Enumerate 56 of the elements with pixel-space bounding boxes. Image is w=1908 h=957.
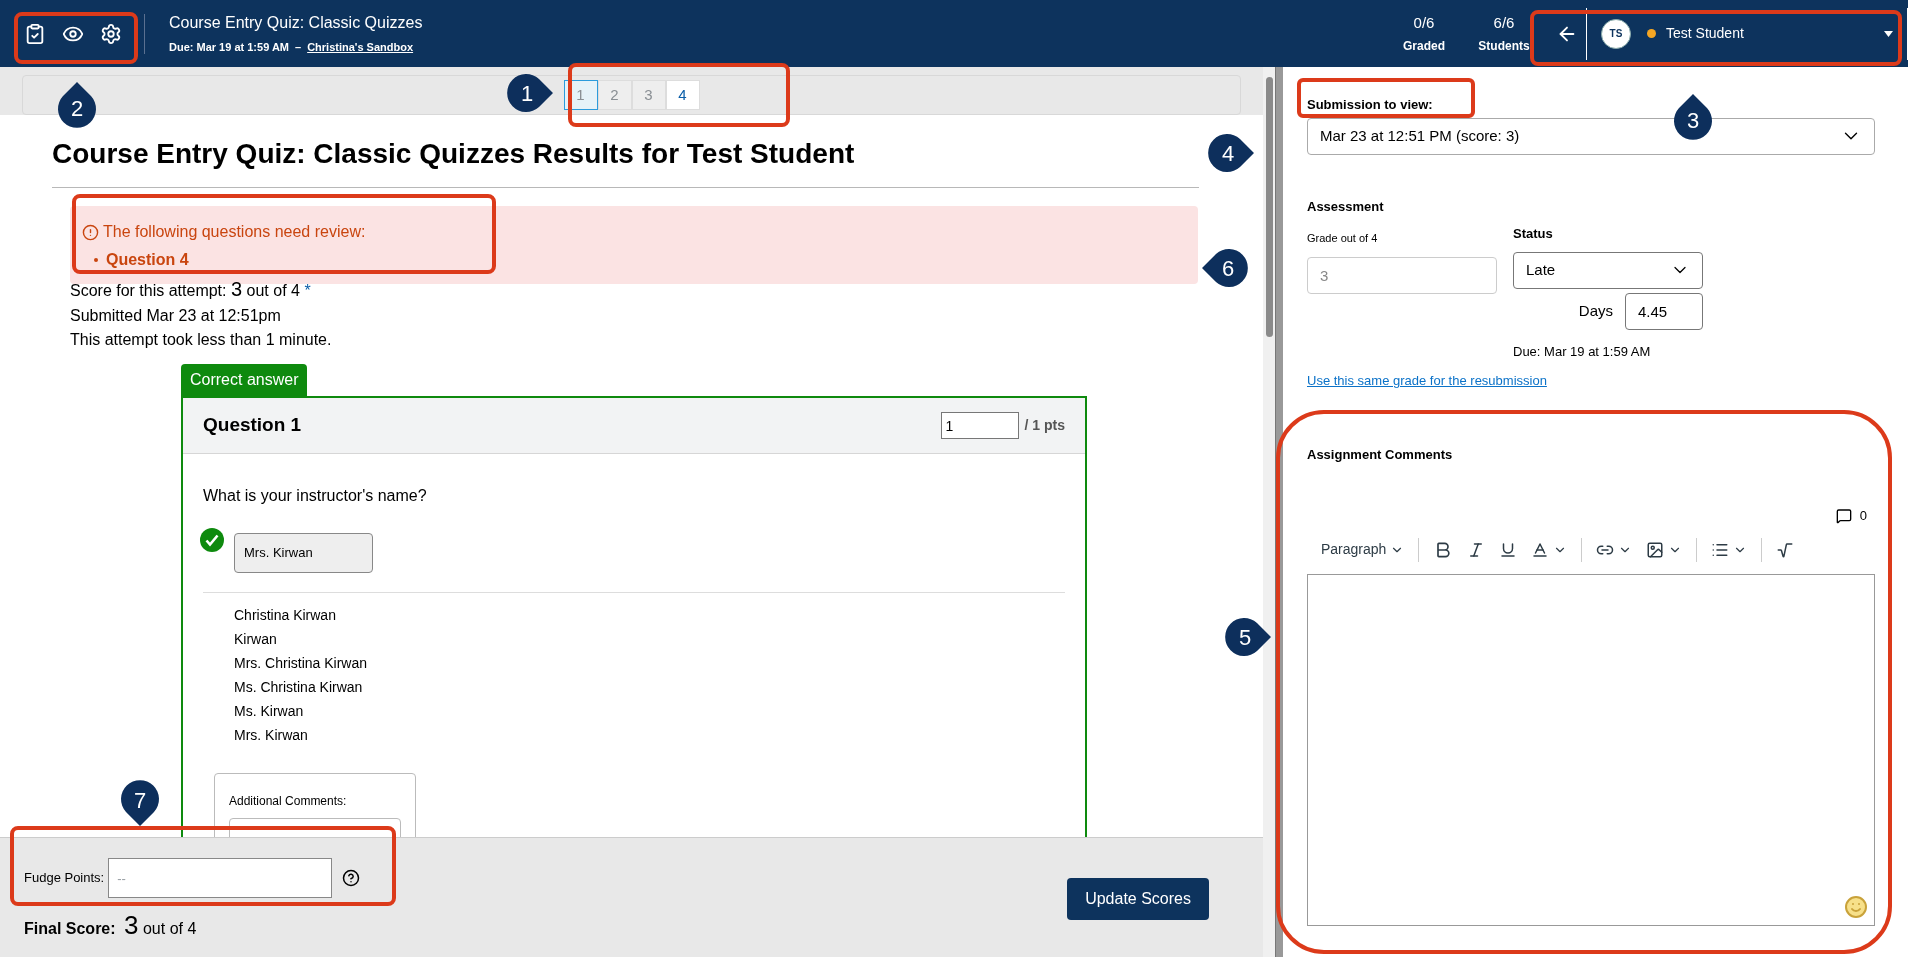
- final-score: Final Score: 3 out of 4: [24, 909, 198, 942]
- stat-label: Students: [1478, 38, 1530, 56]
- separator-dash: –: [295, 40, 302, 56]
- status-label: Status: [1513, 225, 1554, 243]
- grade-field[interactable]: 3: [1307, 256, 1497, 294]
- fudge-label: Fudge Points:: [24, 869, 105, 888]
- grade-label: Grade out of 4: [1307, 231, 1379, 246]
- question-prompt: What is your instructor's name?: [203, 486, 428, 506]
- attempt-duration: This attempt took less than 1 minute.: [70, 330, 333, 350]
- update-scores-button[interactable]: Update Scores: [1067, 878, 1209, 920]
- review-question-link[interactable]: Question 4: [106, 248, 189, 272]
- assessment-heading: Assessment: [1307, 197, 1385, 216]
- scrollbar-thumb[interactable]: [1265, 77, 1273, 337]
- days-label: Days: [1578, 300, 1613, 321]
- attempt-score: Score for this attempt: 3 out of 4 *: [70, 277, 312, 302]
- course-link[interactable]: Christina's Sandbox: [307, 39, 414, 56]
- accepted-answer: Mrs. Christina Kirwan: [234, 654, 369, 673]
- help-icon[interactable]: [342, 869, 361, 887]
- accepted-answer: Ms. Christina Kirwan: [234, 678, 364, 697]
- due-date: Due: Mar 19 at 1:59 AM: [169, 40, 290, 56]
- comment-count: 0: [1859, 507, 1867, 525]
- paragraph-dropdown[interactable]: Paragraph: [1321, 539, 1405, 560]
- accepted-answer: Christina Kirwan: [234, 606, 337, 625]
- points-field[interactable]: 1: [940, 412, 1019, 439]
- text-color-icon: [1531, 540, 1550, 559]
- comment-icon: [1835, 507, 1852, 524]
- student-answer: Mrs. Kirwan: [234, 533, 373, 573]
- accepted-answer: Mrs. Kirwan: [234, 726, 309, 745]
- accepted-answer: Kirwan: [234, 630, 278, 649]
- resubmission-link[interactable]: Use this same grade for the resubmission: [1307, 371, 1879, 391]
- image-icon: [1646, 540, 1665, 559]
- accepted-answer: Ms. Kirwan: [234, 702, 305, 721]
- stat-value: 0/6: [1413, 12, 1435, 33]
- days-field[interactable]: 4.45: [1625, 292, 1703, 330]
- submission-label: Submission to view:: [1307, 96, 1434, 114]
- status-select[interactable]: Late: [1513, 251, 1703, 289]
- fudge-points-field[interactable]: --: [108, 858, 333, 898]
- underline-icon[interactable]: [1499, 540, 1518, 559]
- student-avatar: TS: [1601, 18, 1631, 49]
- student-selector[interactable]: TS Test Student: [1586, 7, 1908, 60]
- question-title: Question 1: [203, 413, 302, 438]
- page-button[interactable]: 4: [665, 80, 700, 110]
- caret-icon: [1884, 30, 1893, 37]
- stat-value: 6/6: [1493, 12, 1515, 33]
- alert-icon: [82, 223, 99, 241]
- stat-label: Graded: [1403, 38, 1445, 56]
- equation-icon[interactable]: [1776, 540, 1795, 559]
- quiz-title: Course Entry Quiz: Classic Quizzes: [169, 13, 423, 34]
- review-heading: The following questions need review:: [103, 222, 366, 242]
- submitted-time: Submitted Mar 23 at 12:51pm: [70, 306, 282, 326]
- comments-label: Additional Comments:: [229, 794, 347, 808]
- due-date: Due: Mar 19 at 1:59 AM: [1513, 342, 1652, 361]
- points-total: / 1 pts: [1024, 416, 1065, 435]
- settings-icon[interactable]: [100, 22, 122, 45]
- clipboard-icon[interactable]: [24, 22, 46, 45]
- comments-heading: Assignment Comments: [1307, 445, 1454, 464]
